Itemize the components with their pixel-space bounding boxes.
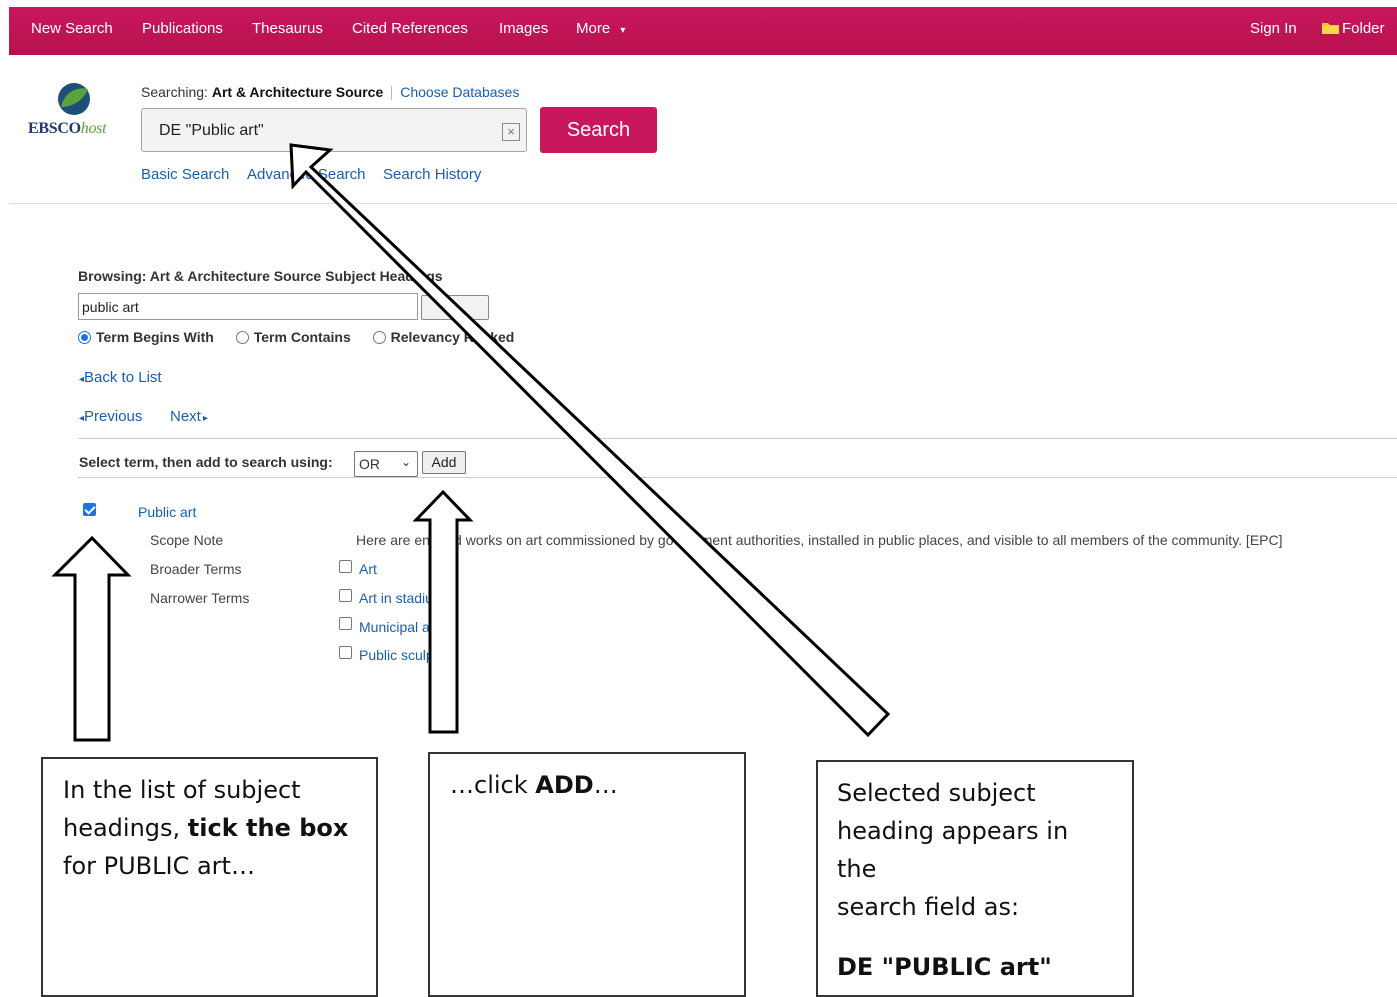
callout-emphasis: tick the box [187,814,349,842]
callout-tick-box: In the list of subject headings, tick th… [41,757,378,997]
callout-emphasis: DE "PUBLIC art" [837,953,1052,981]
callout-text: In the list of subject [63,776,301,804]
callout-text: DE "PUBLIC art" [837,948,1113,986]
callout-selected-heading: Selected subject heading appears in the … [816,760,1134,997]
up-arrow-icon [51,535,132,742]
diagonal-arrow-icon [289,143,891,738]
callout-text: …click ADD… [450,766,724,804]
callout-text: for PUBLIC art… [63,852,255,880]
up-arrow-icon [412,489,474,734]
callout-text: search field as: [837,893,1020,921]
callout-text: headings, tick the box [63,809,356,847]
callout-click-add: …click ADD… [428,752,746,997]
callout-text-part: headings, [63,814,188,842]
callout-text-part: … [593,771,618,799]
callout-emphasis: ADD [535,771,594,799]
callout-text-part: …click [450,771,536,799]
callout-text: heading appears in the [837,817,1069,883]
callout-text: Selected subject [837,779,1036,807]
